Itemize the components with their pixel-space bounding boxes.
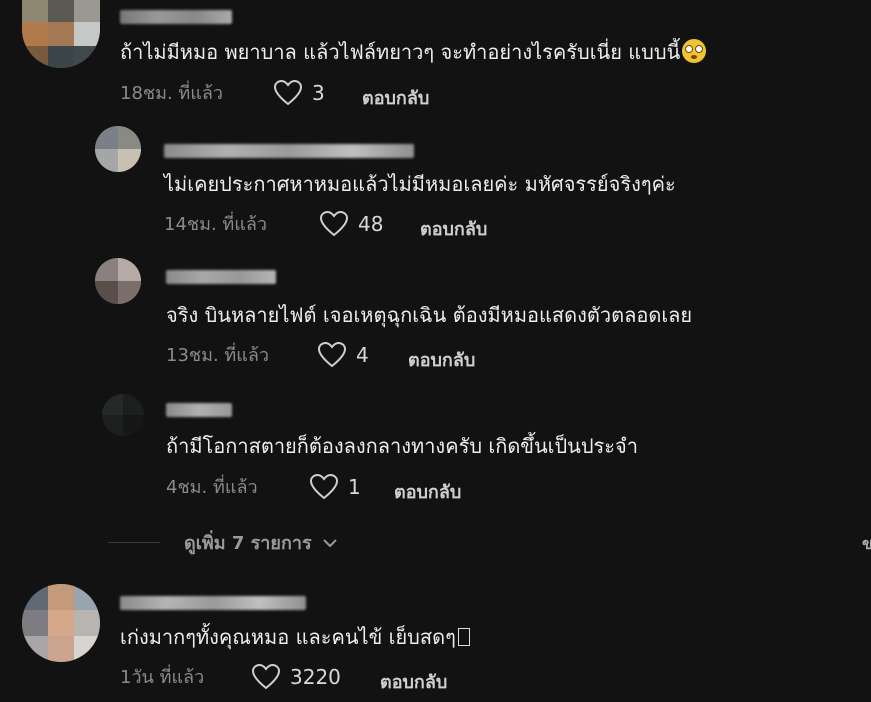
like-button[interactable]: 48 xyxy=(320,211,383,237)
like-button[interactable]: 3220 xyxy=(252,664,341,690)
like-count: 4 xyxy=(356,343,369,367)
heart-icon xyxy=(274,80,302,106)
reply-button[interactable]: ตอบกลับ xyxy=(394,477,461,506)
like-count: 48 xyxy=(358,212,384,236)
like-count: 1 xyxy=(348,475,361,499)
username-redacted[interactable] xyxy=(120,596,306,610)
comment-text: จริง บินหลายไฟต์ เจอเหตุฉุกเฉิน ต้องมีหม… xyxy=(166,303,693,327)
comment-timestamp: 18ชม. ที่แล้ว xyxy=(120,83,224,104)
view-more-label: ดูเพิ่ม 7 รายการ xyxy=(184,533,312,554)
heart-icon xyxy=(252,664,280,690)
comment-text: เก่งมากๆทั้งคุณหมอ และคนไข้ เย็บสดๆ xyxy=(120,623,470,651)
comment-text: ถ้าไม่มีหมอ พยาบาล แล้วไฟล์ทยาวๆ จะทำอย่… xyxy=(120,38,707,66)
unsupported-glyph-icon xyxy=(457,628,470,646)
avatar[interactable] xyxy=(22,0,100,68)
like-count: 3 xyxy=(312,81,325,105)
reply-button[interactable]: ตอบกลับ xyxy=(408,345,475,374)
view-more-replies[interactable]: ดูเพิ่ม 7 รายการ xyxy=(108,528,338,557)
username-redacted[interactable] xyxy=(166,270,276,284)
heart-icon xyxy=(310,474,338,500)
flushed-face-emoji-icon xyxy=(682,39,707,63)
avatar[interactable] xyxy=(95,258,141,304)
avatar[interactable] xyxy=(102,394,144,436)
reply-button[interactable]: ตอบกลับ xyxy=(420,214,487,243)
comment-text: ไม่เคยประกาศหาหมอแล้วไม่มีหมอเลยค่ะ มหัศ… xyxy=(164,172,676,196)
reply-button[interactable]: ตอบกลับ xyxy=(362,83,429,112)
username-redacted[interactable] xyxy=(120,10,232,24)
comment-text: ถ้ามีโอกาสตายก็ต้องลงกลางทางครับ เกิดขึ้… xyxy=(166,434,638,458)
chevron-down-icon xyxy=(322,538,337,547)
comments-panel: ถ้าไม่มีหมอ พยาบาล แล้วไฟล์ทยาวๆ จะทำอย่… xyxy=(0,0,871,702)
reply-button[interactable]: ตอบกลับ xyxy=(380,667,447,696)
avatar[interactable] xyxy=(95,126,141,172)
like-button[interactable]: 1 xyxy=(310,474,361,500)
username-redacted[interactable] xyxy=(164,144,414,158)
heart-icon xyxy=(320,211,348,237)
divider xyxy=(108,542,160,543)
comment-timestamp: 4ชม. ที่แล้ว xyxy=(166,477,258,498)
comment-timestamp: 13ชม. ที่แล้ว xyxy=(166,345,270,366)
username-redacted[interactable] xyxy=(166,403,232,417)
comment-timestamp: 14ชม. ที่แล้ว xyxy=(164,214,268,235)
avatar[interactable] xyxy=(22,584,100,662)
truncated-text: ข xyxy=(862,534,871,553)
like-count: 3220 xyxy=(290,665,341,689)
like-button[interactable]: 4 xyxy=(318,342,369,368)
comment-timestamp: 1วัน ที่แล้ว xyxy=(120,667,205,688)
heart-icon xyxy=(318,342,346,368)
like-button[interactable]: 3 xyxy=(274,80,325,106)
